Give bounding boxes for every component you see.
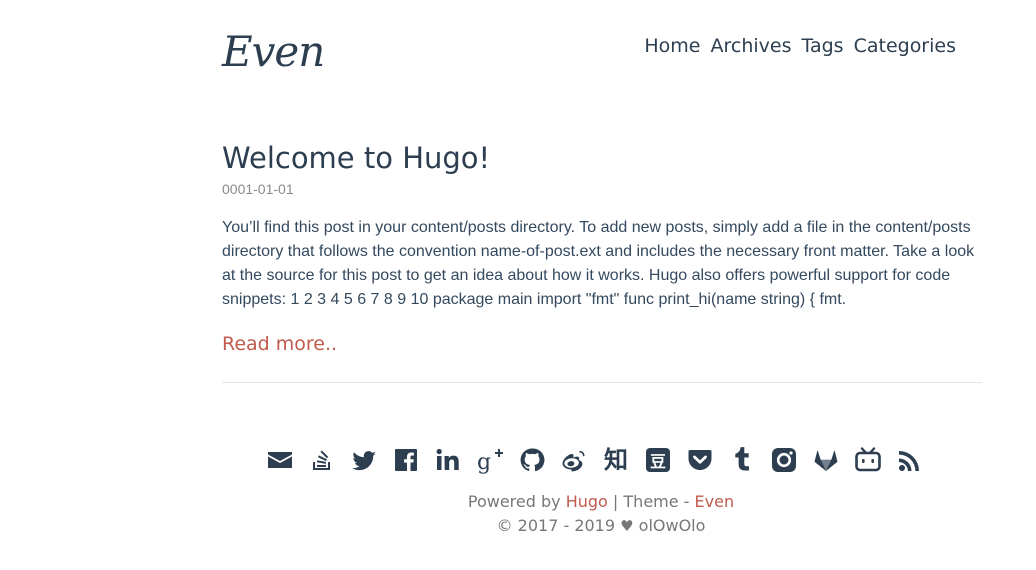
github-icon[interactable]	[516, 444, 548, 476]
zhihu-glyph: 知	[604, 446, 628, 474]
post-title[interactable]: Welcome to Hugo!	[222, 140, 982, 176]
weibo-icon[interactable]	[558, 444, 590, 476]
nav-categories[interactable]: Categories	[854, 33, 956, 59]
page: Even Home Archives Tags Categories Welco…	[0, 0, 1036, 570]
powered-by-text: Powered by	[467, 492, 561, 511]
stackoverflow-icon[interactable]	[306, 444, 338, 476]
site-logo[interactable]: Even	[222, 24, 325, 80]
even-theme-link[interactable]: Even	[695, 492, 735, 511]
pocket-icon[interactable]	[684, 444, 716, 476]
tumblr-icon[interactable]	[726, 444, 758, 476]
email-icon[interactable]	[264, 444, 296, 476]
main-nav: Home Archives Tags Categories	[644, 33, 956, 59]
footer-separator: |	[612, 492, 619, 511]
google-plus-icon[interactable]: g	[474, 444, 506, 476]
douban-icon[interactable]: 豆	[642, 444, 674, 476]
nav-tags[interactable]: Tags	[802, 33, 844, 59]
douban-glyph: 豆	[650, 452, 666, 471]
theme-text: Theme -	[623, 492, 690, 511]
svg-text:g: g	[477, 450, 491, 474]
hugo-link[interactable]: Hugo	[566, 492, 608, 511]
social-links: g 知 豆	[264, 444, 926, 476]
nav-home[interactable]: Home	[644, 33, 700, 59]
twitter-icon[interactable]	[348, 444, 380, 476]
heart-icon: ♥	[620, 517, 634, 535]
footer-copyright: © 2017 - 2019 ♥ olOwOlo	[0, 514, 1036, 538]
post-summary: You’ll find this post in your content/po…	[222, 219, 975, 308]
facebook-icon[interactable]	[390, 444, 422, 476]
zhihu-icon[interactable]: 知	[600, 444, 632, 476]
linkedin-icon[interactable]	[432, 444, 464, 476]
copyright-text: © 2017 - 2019	[496, 516, 616, 535]
instagram-icon[interactable]	[768, 444, 800, 476]
bilibili-icon[interactable]	[852, 444, 884, 476]
post-date: 0001-01-01	[222, 181, 294, 197]
nav-archives[interactable]: Archives	[711, 33, 792, 59]
rss-icon[interactable]	[894, 444, 926, 476]
post-card: Welcome to Hugo! 0001-01-01 You’ll find …	[222, 140, 982, 357]
divider	[222, 382, 982, 383]
author-name: olOwOlo	[638, 516, 706, 535]
footer-powered: Powered by Hugo | Theme - Even	[0, 490, 1036, 514]
read-more-link[interactable]: Read more..	[222, 331, 337, 357]
gitlab-icon[interactable]	[810, 444, 842, 476]
